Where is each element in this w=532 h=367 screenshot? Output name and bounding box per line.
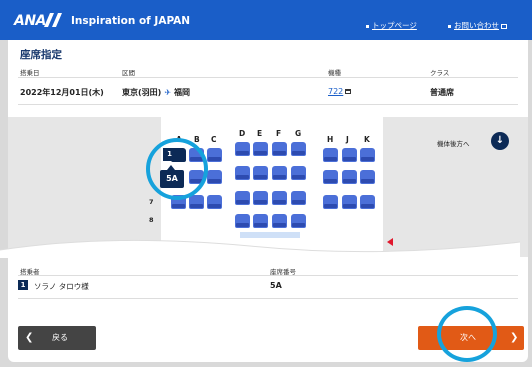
header-boarding-date: 搭乗日	[20, 69, 40, 77]
column-letter: H	[327, 135, 334, 144]
seat[interactable]	[291, 214, 306, 228]
chevron-left-icon: ❮	[25, 332, 34, 343]
divider	[18, 275, 518, 276]
rear-of-aircraft-label: 機体後方へ	[437, 140, 470, 148]
ana-logo[interactable]: ANA	[14, 13, 46, 29]
seat[interactable]	[235, 142, 250, 156]
header-route: 区間	[122, 69, 135, 77]
seat[interactable]	[342, 195, 357, 209]
divider	[18, 104, 518, 105]
tagline: Inspiration of JAPAN	[71, 15, 191, 27]
seat[interactable]	[253, 214, 268, 228]
column-letter: J	[346, 135, 349, 144]
seat[interactable]	[360, 148, 375, 162]
seat[interactable]	[291, 191, 306, 205]
row-number: 7	[149, 198, 154, 206]
external-link-icon	[501, 23, 507, 29]
boarding-date: 2022年12月01日(木)	[20, 88, 104, 97]
seat[interactable]	[272, 214, 287, 228]
seat[interactable]	[207, 170, 222, 184]
seat[interactable]	[235, 166, 250, 180]
column-letter: E	[257, 129, 263, 138]
external-window-icon	[345, 89, 352, 94]
column-letter: B	[194, 135, 200, 144]
highlight-circle	[437, 306, 497, 362]
seat[interactable]	[342, 170, 357, 184]
seat[interactable]	[360, 195, 375, 209]
column-letter: F	[276, 129, 282, 138]
seat[interactable]	[291, 142, 306, 156]
divider	[18, 77, 518, 78]
travel-class: 普通席	[430, 88, 454, 97]
seat[interactable]	[207, 148, 222, 162]
seat[interactable]	[291, 166, 306, 180]
chevron-right-icon: ❯	[510, 332, 519, 343]
seat[interactable]	[235, 191, 250, 205]
seat[interactable]	[360, 170, 375, 184]
seat[interactable]	[235, 214, 250, 228]
site-header: ANA Inspiration of JAPAN トップページ お問い合わせ	[0, 0, 532, 40]
header-class: クラス	[430, 69, 450, 77]
wave-divider	[0, 239, 520, 258]
divider	[18, 298, 518, 299]
aircraft-link[interactable]: 722	[328, 87, 352, 96]
header-aircraft: 機種	[328, 69, 341, 77]
destination: 福岡	[174, 88, 191, 97]
scroll-rear-button[interactable]: ↓	[491, 132, 509, 150]
seat[interactable]	[342, 148, 357, 162]
row-number: 8	[149, 216, 154, 224]
seat[interactable]	[207, 195, 222, 209]
column-letter: D	[239, 129, 246, 138]
contact-link[interactable]: お問い合わせ	[448, 20, 507, 31]
seat[interactable]	[253, 166, 268, 180]
seat[interactable]	[272, 142, 287, 156]
page-title: 座席指定	[20, 49, 62, 61]
top-page-link[interactable]: トップページ	[366, 20, 417, 31]
passenger-number-badge: 1	[18, 280, 28, 290]
route: 東京(羽田) ✈ 福岡	[122, 87, 190, 98]
column-letter: G	[295, 129, 302, 138]
origin: 東京(羽田)	[122, 88, 162, 97]
airplane-icon: ✈	[164, 88, 172, 97]
seat[interactable]	[272, 166, 287, 180]
seat[interactable]	[323, 148, 338, 162]
seat[interactable]	[272, 191, 287, 205]
seat[interactable]	[253, 142, 268, 156]
logo-slash-icon	[44, 13, 62, 27]
column-letter: C	[211, 135, 217, 144]
seat[interactable]	[323, 170, 338, 184]
passenger-name: ソラノ タロウ様	[34, 282, 89, 291]
column-letter: K	[364, 135, 370, 144]
passenger-seat[interactable]: 5A	[270, 281, 282, 290]
back-button[interactable]: ❮ 戻る	[18, 326, 96, 350]
seat[interactable]	[189, 195, 204, 209]
seat[interactable]	[323, 195, 338, 209]
highlight-circle	[146, 138, 208, 200]
seat[interactable]	[253, 191, 268, 205]
